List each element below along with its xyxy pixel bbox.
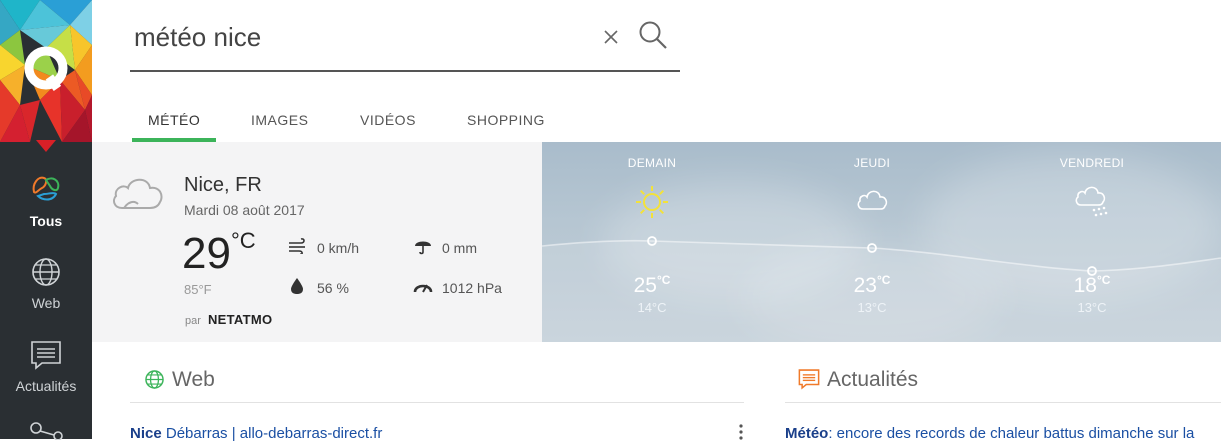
current-weather-card: Nice, FR Mardi 08 août 2017 29°C 85°F 0 … (92, 142, 542, 342)
news-icon (31, 341, 61, 370)
forecast-high: 23°C (812, 273, 932, 298)
tab-videos[interactable]: VIDÉOS (360, 112, 416, 128)
news-icon (798, 369, 820, 390)
web-result-bold: Nice (130, 425, 162, 442)
current-temp-unit: °C (230, 228, 256, 253)
humidity-icon (291, 278, 303, 294)
clear-search-button[interactable] (604, 24, 618, 50)
snow-cloud-icon (1075, 186, 1108, 217)
sun-icon (636, 186, 668, 218)
web-result-link[interactable]: Nice Débarras | allo-debarras-direct.fr (130, 425, 382, 442)
forecast-day-name: DEMAIN (627, 156, 677, 170)
sidebar-item-actualites[interactable]: Actualités (0, 339, 92, 394)
web-section-title: Web (172, 368, 215, 391)
current-temp: 29°C (182, 230, 256, 276)
qwant-logo[interactable] (0, 0, 92, 142)
web-result-text: Débarras | allo-debarras-direct.fr (161, 425, 383, 442)
forecast-low: 13°C (1077, 300, 1107, 315)
forecast-low: 14°C (637, 300, 667, 315)
source-credit: par NETATMO (185, 312, 272, 327)
vertical-dots-icon (739, 424, 743, 440)
weather-date: Mardi 08 août 2017 (184, 202, 305, 218)
news-result-link[interactable]: Météo: encore des records de chaleur bat… (785, 425, 1221, 442)
umbrella-icon (415, 241, 431, 255)
forecast-day-name: JEUDI (853, 156, 891, 170)
cloud-icon (113, 178, 163, 209)
globe-icon (145, 370, 164, 389)
search-icon (639, 21, 667, 49)
sidebar-item-tous[interactable]: Tous (0, 170, 92, 229)
tous-icon (32, 176, 60, 201)
forecast-high: 18°C (1032, 273, 1152, 298)
result-more-icon[interactable] (739, 424, 743, 445)
forecast-panel: DEMAIN 25°C 14°C JEUDI 23°C 13°C VENDRED… (542, 142, 1221, 342)
forecast-high: 25°C (592, 273, 712, 298)
forecast-high-unit: °C (1096, 273, 1111, 287)
globe-icon (32, 258, 60, 286)
tab-meteo[interactable]: MÉTÉO (148, 112, 200, 128)
sidebar-item-web[interactable]: Web (0, 256, 92, 311)
forecast-high-value: 25 (633, 274, 657, 297)
humidity-value: 56 % (317, 280, 349, 296)
search-input[interactable] (134, 22, 574, 53)
current-temp-value: 29 (182, 229, 231, 278)
pressure-value: 1012 hPa (442, 280, 502, 296)
search-button[interactable] (638, 20, 668, 55)
sidebar-item-label: Actualités (15, 378, 77, 394)
logo-pointer (36, 140, 56, 152)
sidebar-item-label: Tous (29, 213, 63, 229)
close-icon (604, 30, 618, 44)
news-section-divider (785, 402, 1221, 403)
web-section-divider (130, 402, 744, 403)
wind-icon (289, 238, 305, 254)
news-section-title: Actualités (827, 368, 919, 391)
current-temp-f: 85°F (184, 282, 212, 297)
wind-value: 0 km/h (317, 240, 360, 256)
news-result-bold: Météo (785, 425, 829, 442)
forecast-low: 13°C (857, 300, 887, 315)
share-icon (30, 422, 63, 441)
forecast-high-unit: °C (876, 273, 891, 287)
forecast-high-unit: °C (656, 273, 671, 287)
sidebar: Tous Web Actualités (0, 0, 92, 441)
source-name[interactable]: NETATMO (208, 312, 272, 327)
news-result-text: : encore des records de chaleur battus d… (828, 425, 1195, 442)
source-prefix: par (185, 315, 201, 327)
search-bar (130, 0, 680, 72)
pressure-gauge-icon (413, 284, 433, 293)
tab-shopping[interactable]: SHOPPING (467, 112, 545, 128)
rain-value: 0 mm (442, 240, 477, 256)
tab-images[interactable]: IMAGES (251, 112, 308, 128)
cloud-icon (857, 190, 888, 210)
forecast-high-value: 18 (1073, 274, 1097, 297)
city-name: Nice, FR (184, 174, 262, 196)
sidebar-item-more[interactable] (0, 420, 92, 443)
forecast-high-value: 23 (853, 274, 877, 297)
sidebar-item-label: Web (31, 295, 61, 311)
forecast-day-name: VENDREDI (1059, 156, 1125, 170)
